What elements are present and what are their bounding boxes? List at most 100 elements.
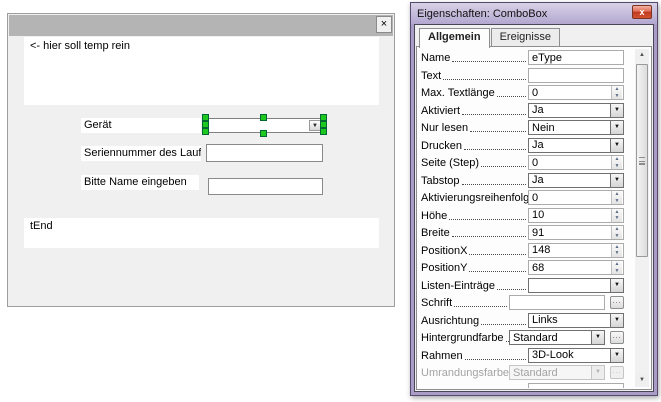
property-value: Standard: [510, 332, 558, 344]
property-label: [421, 383, 528, 385]
property-value: Ja: [529, 139, 544, 151]
geraet-label: Gerät: [81, 118, 201, 133]
property-value: eType: [529, 52, 562, 64]
designed-dialog-window: × <- hier soll temp rein Gerät ▼ Serienn…: [7, 13, 395, 307]
chevron-down-icon[interactable]: ▼: [610, 314, 623, 327]
property-dropdown-field[interactable]: ▼: [528, 278, 624, 293]
vertical-scrollbar[interactable]: ▲ ▼: [635, 49, 649, 387]
spinner-control[interactable]: ▲▼: [611, 86, 622, 99]
dotted-leader: [454, 306, 507, 307]
property-spinner-field[interactable]: 0▲▼: [528, 85, 624, 100]
spinner-down-icon[interactable]: ▼: [612, 233, 622, 240]
scrollbar-down-icon[interactable]: ▼: [635, 374, 649, 387]
property-label-text: Seite (Step): [421, 157, 479, 169]
selection-handle[interactable]: [202, 114, 209, 121]
dotted-leader: [481, 324, 526, 325]
dotted-leader: [464, 149, 526, 150]
spinner-down-icon[interactable]: ▼: [612, 268, 622, 275]
property-spinner-field[interactable]: 10 ▲▼: [528, 208, 624, 223]
property-spinner-field[interactable]: 148▲▼: [528, 243, 624, 258]
property-label-text: PositionY: [421, 262, 467, 274]
property-spinner-field[interactable]: 91▲▼: [528, 225, 624, 240]
property-label: Nur lesen: [421, 120, 528, 134]
selection-handle[interactable]: [202, 121, 209, 128]
spinner-down-icon[interactable]: ▼: [612, 198, 622, 205]
tab-ereignisse[interactable]: Ereignisse: [491, 28, 560, 47]
properties-client-area: Allgemein Ereignisse NameeTypeTextMax. T…: [414, 24, 654, 392]
property-dropdown-field[interactable]: Standard ▼: [509, 330, 605, 345]
ellipsis-button[interactable]: ...: [610, 296, 624, 309]
property-dropdown-field[interactable]: Ja ▼: [528, 138, 624, 153]
chevron-down-icon[interactable]: ▼: [610, 174, 623, 187]
selection-handle[interactable]: [260, 130, 267, 137]
property-text-field[interactable]: [509, 295, 605, 310]
dotted-leader: [481, 166, 526, 167]
selection-handle[interactable]: [260, 114, 267, 121]
close-icon[interactable]: x: [632, 5, 652, 19]
property-row: Nur lesenNein▼: [421, 120, 624, 135]
properties-titlebar[interactable]: Eigenschaften: ComboBox: [411, 3, 657, 24]
name-eingeben-input[interactable]: [208, 178, 323, 195]
property-label: Drucken: [421, 138, 528, 152]
property-row: Text: [421, 68, 624, 83]
scrollbar-grip-icon: [639, 157, 645, 165]
property-text-field[interactable]: eType: [528, 50, 624, 65]
properties-window: Eigenschaften: ComboBox x Allgemein Erei…: [410, 2, 658, 396]
spinner-control[interactable]: ▲▼: [611, 156, 622, 169]
property-row: Breite91▲▼: [421, 225, 624, 240]
property-spinner-field[interactable]: 0▲▼: [528, 190, 624, 205]
spinner-control[interactable]: ▲▼: [611, 261, 622, 274]
property-dropdown-field[interactable]: Nein▼: [528, 120, 624, 135]
spinner-control[interactable]: ▲▼: [611, 191, 622, 204]
selection-handle[interactable]: [202, 128, 209, 135]
scrollbar-up-icon[interactable]: ▲: [635, 49, 649, 62]
property-label-text: Max. Textlänge: [421, 87, 495, 99]
designed-dialog-titlebar[interactable]: [9, 15, 393, 36]
property-label-text: Umrandungsfarbe: [421, 367, 509, 379]
property-text-field[interactable]: [528, 68, 624, 83]
tab-allgemein[interactable]: Allgemein: [419, 28, 490, 48]
chevron-down-icon[interactable]: ▼: [610, 139, 623, 152]
chevron-down-icon[interactable]: ▼: [610, 349, 623, 362]
property-row: AktiviertJa▼: [421, 103, 624, 118]
property-label-text: Drucken: [421, 140, 462, 152]
selection-handle[interactable]: [320, 114, 327, 121]
property-spinner-field[interactable]: 0▲▼: [528, 155, 624, 170]
property-value: 3D-Look: [529, 349, 574, 361]
property-label-text: Hintergrundfarbe: [421, 332, 504, 344]
spinner-down-icon[interactable]: ▼: [612, 163, 622, 170]
chevron-down-icon[interactable]: ▼: [591, 331, 604, 344]
chevron-down-icon[interactable]: ▼: [610, 121, 623, 134]
property-dropdown-field[interactable]: Links▼: [528, 313, 624, 328]
property-label-text: Ausrichtung: [421, 315, 479, 327]
close-icon[interactable]: ×: [376, 16, 392, 33]
property-spinner-field[interactable]: 68▲▼: [528, 260, 624, 275]
spinner-control[interactable]: ▲▼: [611, 244, 622, 257]
property-row: Listen-Einträge ▼: [421, 278, 624, 293]
property-row: Höhe10▲▼: [421, 208, 624, 223]
property-value: 10: [529, 209, 544, 221]
scrollbar-thumb[interactable]: [636, 64, 648, 257]
chevron-down-icon[interactable]: ▼: [610, 104, 623, 117]
chevron-down-icon[interactable]: ▼: [610, 279, 623, 292]
property-label-text: Listen-Einträge: [421, 280, 495, 292]
spinner-control[interactable]: ▲▼: [611, 209, 622, 222]
seriennummer-input[interactable]: [206, 144, 323, 162]
spinner-down-icon[interactable]: ▼: [612, 215, 622, 222]
ellipsis-button[interactable]: ...: [610, 331, 624, 344]
properties-window-title: Eigenschaften: ComboBox: [411, 8, 547, 20]
property-dropdown-field[interactable]: Ja▼: [528, 173, 624, 188]
selection-handle[interactable]: [320, 121, 327, 128]
name-eingeben-label: Bitte Name eingeben: [81, 175, 199, 190]
spinner-down-icon[interactable]: ▼: [612, 93, 622, 100]
tab-page-allgemein: NameeTypeTextMax. Textlänge0▲▼AktiviertJ…: [416, 46, 652, 390]
dotted-leader: [462, 114, 526, 115]
property-dropdown-field[interactable]: Ja▼: [528, 103, 624, 118]
property-row: PositionY 68▲▼: [421, 260, 624, 275]
spinner-control[interactable]: ▲▼: [611, 226, 622, 239]
property-row: Aktivierungsreihenfolge0▲▼: [421, 190, 624, 205]
selection-handle[interactable]: [320, 128, 327, 135]
spinner-down-icon[interactable]: ▼: [612, 250, 622, 257]
property-dropdown-field[interactable]: 3D-Look ▼: [528, 348, 624, 363]
property-label-text: Rahmen: [421, 350, 463, 362]
